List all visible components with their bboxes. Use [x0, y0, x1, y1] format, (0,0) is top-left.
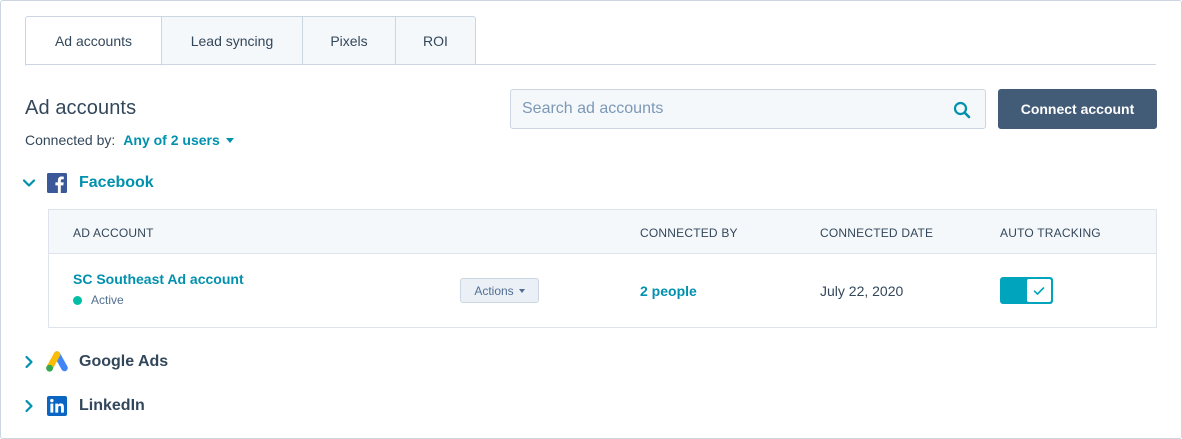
- section-google-ads-name: Google Ads: [79, 353, 169, 370]
- tab-label: ROI: [423, 32, 448, 49]
- tab-roi[interactable]: ROI: [396, 16, 476, 65]
- page-title: Ad accounts: [25, 97, 137, 119]
- tab-label: Pixels: [330, 32, 368, 49]
- connected-by-dropdown[interactable]: Any of 2 users: [123, 132, 234, 148]
- status-dot-icon: [73, 295, 82, 305]
- status-label: Active: [91, 293, 124, 307]
- section-facebook-name: Facebook: [79, 174, 154, 191]
- connect-account-button[interactable]: Connect account: [998, 89, 1157, 129]
- actions-dropdown-button[interactable]: Actions: [460, 278, 539, 303]
- tab-divider: [25, 64, 1156, 65]
- tab-label: Lead syncing: [190, 32, 274, 49]
- tab-lead-syncing[interactable]: Lead syncing: [162, 16, 303, 65]
- connected-by-value: Any of 2 users: [123, 132, 220, 148]
- column-header-connected-date: CONNECTED DATE: [820, 226, 934, 240]
- tab-pixels[interactable]: Pixels: [303, 16, 396, 65]
- chevron-right-icon: [21, 354, 37, 370]
- section-linkedin-name: LinkedIn: [79, 397, 145, 414]
- caret-down-icon: [225, 138, 234, 143]
- facebook-logo-icon: [47, 173, 67, 193]
- tab-bar: Ad accounts Lead syncing Pixels ROI: [25, 16, 476, 66]
- tab-label: Ad accounts: [54, 33, 133, 49]
- caret-down-icon: [518, 288, 525, 293]
- connected-by-people-link[interactable]: 2 people: [640, 283, 697, 299]
- chevron-down-icon: [21, 175, 37, 191]
- section-facebook-toggle[interactable]: Facebook: [21, 173, 154, 193]
- table-row: SC Southeast Ad account Active Actions 2…: [49, 254, 1156, 328]
- connected-by-label: Connected by:: [25, 132, 116, 148]
- section-google-ads-toggle[interactable]: Google Ads: [21, 351, 169, 372]
- table-header: AD ACCOUNT CONNECTED BY CONNECTED DATE A…: [49, 210, 1156, 254]
- search-input[interactable]: [511, 100, 931, 118]
- linkedin-logo-icon: [47, 396, 67, 416]
- column-header-ad-account: AD ACCOUNT: [73, 226, 154, 240]
- check-icon: [1033, 286, 1045, 295]
- facebook-accounts-table: AD ACCOUNT CONNECTED BY CONNECTED DATE A…: [48, 209, 1157, 328]
- column-header-auto-tracking: AUTO TRACKING: [1000, 226, 1101, 240]
- section-linkedin-toggle[interactable]: LinkedIn: [21, 396, 145, 416]
- connected-date: July 22, 2020: [820, 283, 904, 299]
- chevron-right-icon: [21, 398, 37, 414]
- search-icon[interactable]: [953, 101, 971, 119]
- auto-tracking-toggle[interactable]: [1000, 277, 1053, 304]
- connected-by-filter: Connected by: Any of 2 users: [25, 132, 234, 148]
- ads-settings-panel: Ad accounts Lead syncing Pixels ROI Ad a…: [0, 0, 1182, 439]
- actions-label: Actions: [474, 283, 514, 298]
- column-header-connected-by: CONNECTED BY: [640, 226, 738, 240]
- status-badge: Active: [73, 293, 124, 307]
- toggle-knob: [1026, 278, 1052, 303]
- ad-account-link[interactable]: SC Southeast Ad account: [73, 271, 244, 287]
- google-ads-logo-icon: [45, 351, 69, 372]
- search-box: [510, 89, 986, 129]
- tab-ad-accounts[interactable]: Ad accounts: [25, 16, 162, 66]
